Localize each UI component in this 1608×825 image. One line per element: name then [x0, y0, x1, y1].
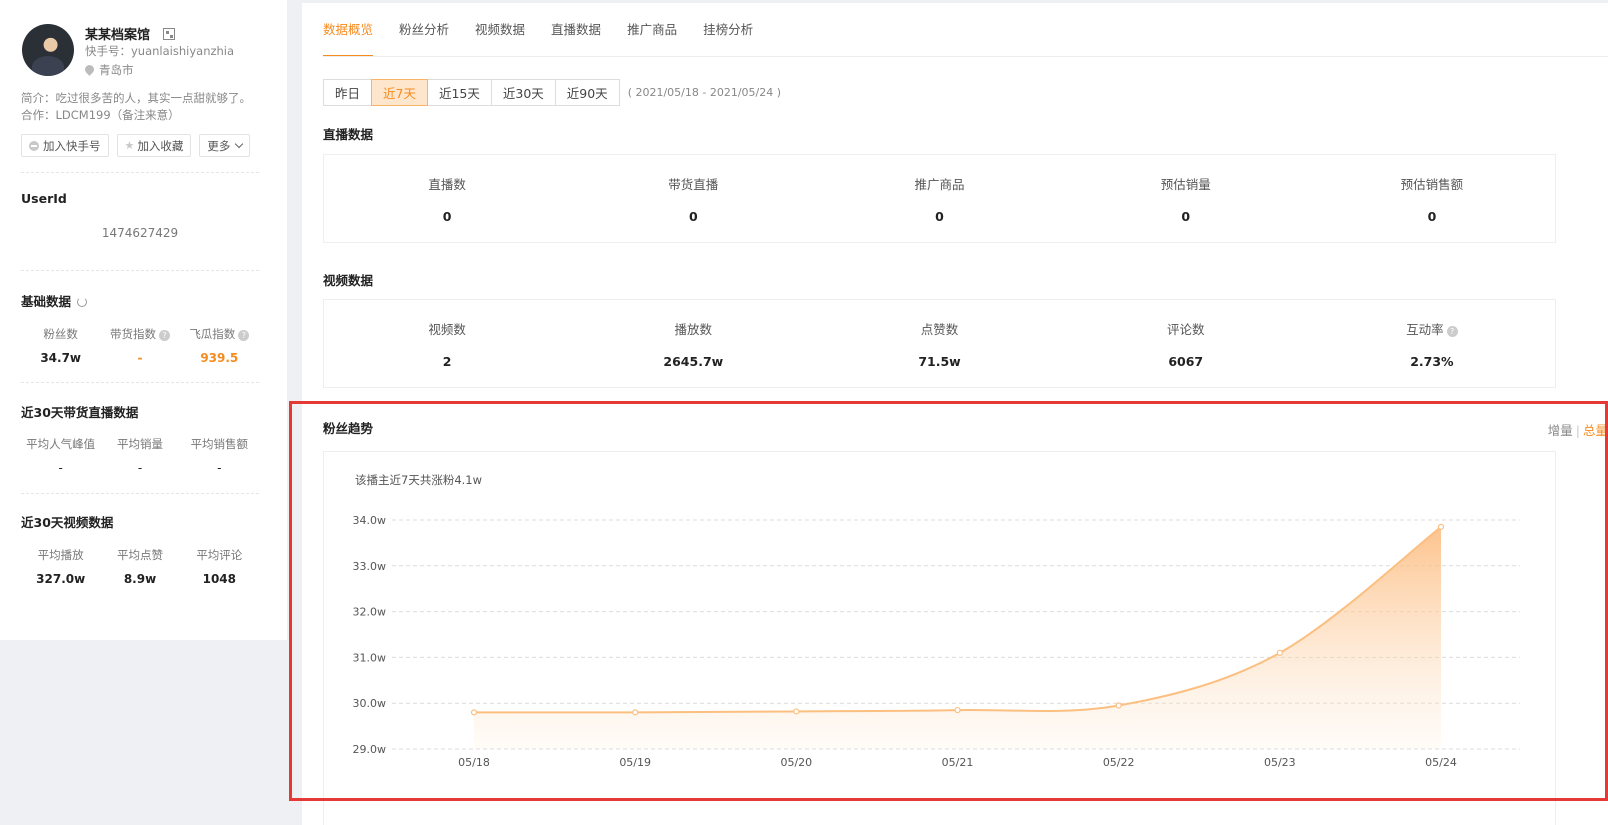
divider	[21, 493, 259, 494]
x-tick-label: 05/24	[1425, 756, 1457, 769]
video30-stats: 平均播放 327.0w 平均点赞 8.9w 平均评论 1048	[21, 547, 259, 586]
stat-label: 平均销量	[116, 437, 163, 451]
profile-actions: 加入快手号 ★ 加入收藏 更多	[21, 134, 251, 157]
stat-label: 带货指数	[109, 327, 156, 341]
bio-text: 简介：吃过很多苦的人，其实一点甜就够了。	[21, 91, 251, 105]
stat-value: -	[137, 461, 143, 475]
kuaishou-id: 快手号：yuanlaishiyanzhia	[85, 44, 235, 58]
basic-data-title-row: 基础数据	[21, 291, 88, 310]
more-dropdown-button[interactable]: 更多	[199, 134, 251, 157]
live30-title: 近30天带货直播数据	[21, 405, 139, 420]
location-text: 青岛市	[99, 63, 134, 77]
x-tick-label: 05/18	[458, 756, 490, 769]
divider	[21, 172, 259, 173]
data-point	[1437, 523, 1445, 530]
location-row: 青岛市	[83, 62, 134, 78]
stat-label: 平均播放	[37, 548, 84, 562]
x-tick-label: 05/19	[619, 756, 651, 769]
data-point	[470, 709, 478, 716]
divider	[21, 382, 259, 383]
more-label: 更多	[207, 138, 231, 153]
profile-intro: 简介：吃过很多苦的人，其实一点甜就够了。 合作：LDCM199（备注来意）	[21, 90, 251, 124]
video30-title: 近30天视频数据	[21, 515, 114, 530]
y-tick-label: 33.0w	[353, 560, 387, 573]
stat-label: 平均点赞	[116, 548, 163, 562]
add-favorite-button[interactable]: ★ 加入收藏	[116, 134, 192, 157]
stat-label: 飞瓜指数	[189, 327, 236, 341]
stat-value: -	[58, 461, 63, 475]
help-icon[interactable]: ?	[238, 330, 250, 341]
stat-avg-comments: 平均评论 1048	[180, 547, 259, 586]
add-favorite-label: 加入收藏	[137, 138, 184, 153]
stat-label-row: 带货指数?	[100, 326, 179, 342]
qrcode-icon[interactable]	[162, 28, 175, 40]
y-tick-label: 34.0w	[353, 514, 387, 527]
series-area	[474, 526, 1441, 749]
stat-label: 平均评论	[196, 548, 243, 562]
range-7d-button[interactable]: 近7天	[371, 79, 428, 106]
add-account-label: 加入快手号	[43, 138, 101, 153]
y-tick-label: 31.0w	[353, 651, 387, 664]
stat-value: -	[137, 351, 143, 365]
help-icon[interactable]: ?	[158, 330, 170, 341]
data-point	[793, 708, 800, 715]
userid-title: UserId	[21, 191, 67, 206]
stat-value: 8.9w	[123, 572, 157, 586]
stat-label: 平均销售额	[190, 437, 249, 451]
live30-stats: 平均人气峰值 - 平均销量 - 平均销售额 -	[21, 436, 259, 475]
x-tick-label: 05/21	[942, 756, 974, 769]
stat-feigua-index: 飞瓜指数? 939.5	[180, 326, 259, 365]
avatar[interactable]	[22, 24, 74, 76]
x-tick-label: 05/22	[1103, 756, 1135, 769]
stat-value: 34.7w	[40, 351, 82, 365]
chevron-down-icon	[235, 139, 244, 149]
divider	[21, 270, 259, 271]
basic-data-title: 基础数据	[21, 294, 72, 309]
stat-label-row: 飞瓜指数?	[180, 326, 259, 342]
basic-data-stats: 粉丝数 34.7w 带货指数? - 飞瓜指数? 939.5	[21, 326, 259, 365]
y-tick-label: 30.0w	[353, 697, 387, 710]
stat-label: 平均人气峰值	[26, 437, 96, 451]
stat-avg-peak: 平均人气峰值 -	[21, 436, 100, 475]
stat-avg-plays: 平均播放 327.0w	[21, 547, 100, 586]
y-tick-label: 29.0w	[353, 743, 387, 756]
stat-avg-likes: 平均点赞 8.9w	[100, 547, 179, 586]
minus-circle-icon	[29, 140, 39, 151]
account-name: 某某档案馆	[85, 28, 151, 43]
location-pin-icon	[83, 63, 96, 76]
star-icon: ★	[124, 139, 135, 152]
data-point	[1276, 649, 1283, 656]
userid-value: 1474627429	[101, 226, 179, 240]
stat-value: 1048	[202, 572, 237, 586]
stat-avg-revenue: 平均销售额 -	[180, 436, 259, 475]
y-tick-label: 32.0w	[353, 606, 387, 619]
x-tick-label: 05/20	[780, 756, 812, 769]
stat-sales-index: 带货指数? -	[100, 326, 179, 365]
data-point	[1115, 702, 1122, 709]
account-name-row: 某某档案馆	[85, 24, 175, 43]
data-point	[954, 706, 961, 714]
stat-label: 粉丝数	[43, 327, 78, 341]
add-account-button[interactable]: 加入快手号	[21, 134, 109, 157]
stat-value: 939.5	[200, 351, 239, 365]
stat-value: -	[217, 461, 222, 475]
cooperation-text: 合作：LDCM199（备注来意）	[21, 108, 180, 122]
stat-fans: 粉丝数 34.7w	[21, 326, 100, 365]
stat-value: 327.0w	[36, 572, 86, 586]
data-point	[632, 709, 639, 716]
account-sidebar: 某某档案馆 快手号：yuanlaishiyanzhia 青岛市 简介：吃过很多苦…	[0, 0, 287, 640]
x-tick-label: 05/23	[1264, 756, 1296, 769]
refresh-icon[interactable]	[77, 297, 88, 307]
fans-trend-chart: 29.0w 30.0w 31.0w 32.0w 33.0w 34.0w 05/18 05/19…	[353, 514, 1520, 769]
stat-avg-sales: 平均销量 -	[100, 436, 179, 475]
